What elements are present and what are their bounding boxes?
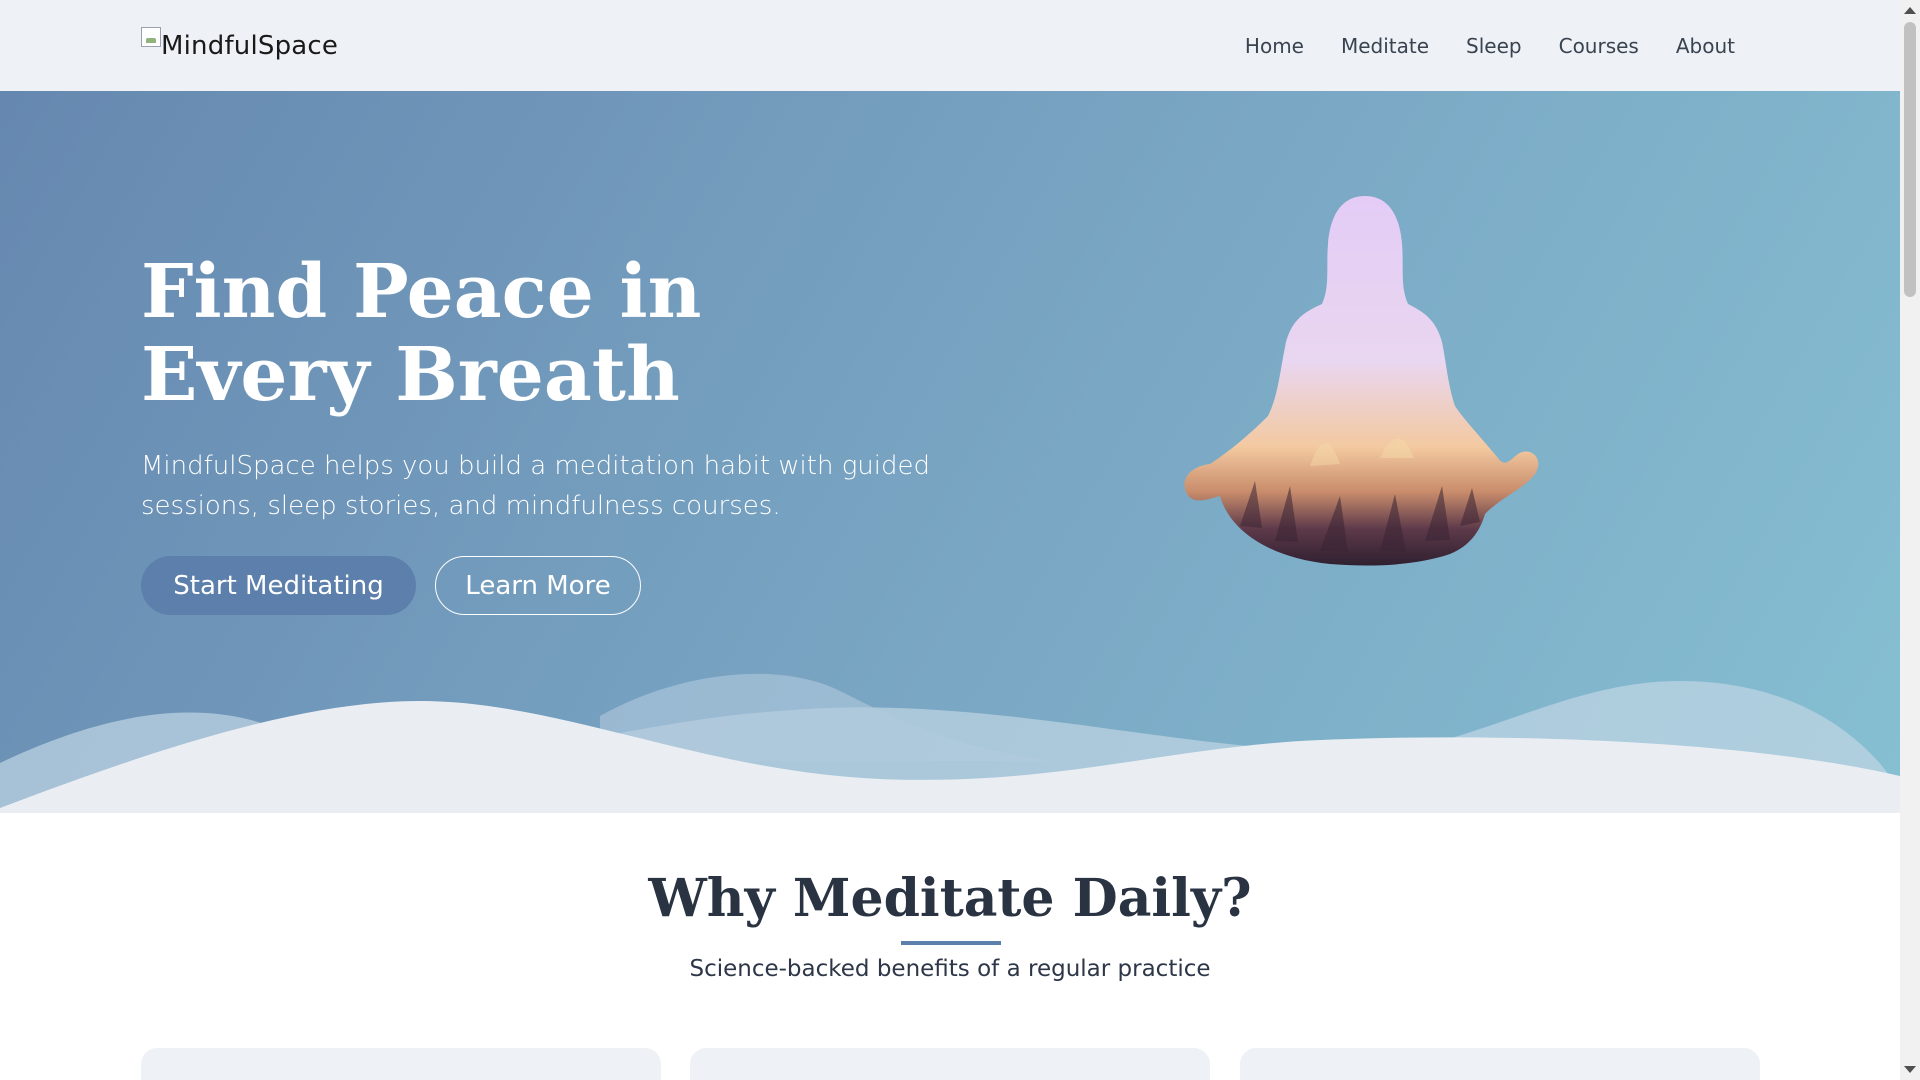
hero-subtitle: MindfulSpace helps you build a meditatio…: [141, 451, 931, 521]
logo[interactable]: MindfulSpace: [141, 26, 339, 61]
hero-title: Find Peace in Every Breath: [141, 249, 702, 418]
broken-image-icon: [141, 26, 161, 47]
benefit-card: [141, 1048, 661, 1080]
site-header: MindfulSpace Home Meditate Sleep Courses…: [0, 0, 1900, 91]
learn-more-button[interactable]: Learn More: [435, 556, 641, 615]
hero-waves-decoration: [0, 673, 1900, 813]
section-subtitle: Science-backed benefits of a regular pra…: [689, 956, 1211, 982]
nav-link-meditate[interactable]: Meditate: [1341, 34, 1429, 58]
nav-link-courses[interactable]: Courses: [1559, 34, 1639, 58]
scrollbar-thumb[interactable]: [1904, 22, 1916, 297]
section-title-underline: [901, 941, 1001, 945]
vertical-scrollbar[interactable]: [1900, 0, 1920, 1080]
scroll-down-arrow-icon[interactable]: [1904, 1066, 1916, 1073]
nav-link-sleep[interactable]: Sleep: [1466, 34, 1522, 58]
nav-link-about[interactable]: About: [1676, 34, 1735, 58]
start-meditating-button[interactable]: Start Meditating: [141, 556, 416, 615]
hero-section: Find Peace in Every Breath MindfulSpace …: [0, 91, 1900, 813]
meditation-silhouette-illustration: [1184, 196, 1539, 566]
scroll-up-arrow-icon[interactable]: [1904, 7, 1916, 14]
benefit-card: [1240, 1048, 1760, 1080]
logo-text: MindfulSpace: [161, 30, 339, 61]
main-nav: Home Meditate Sleep Courses About: [1245, 34, 1735, 58]
benefit-card: [690, 1048, 1210, 1080]
section-title: Why Meditate Daily?: [648, 868, 1252, 929]
nav-link-home[interactable]: Home: [1245, 34, 1304, 58]
page: MindfulSpace Home Meditate Sleep Courses…: [0, 0, 1900, 1080]
